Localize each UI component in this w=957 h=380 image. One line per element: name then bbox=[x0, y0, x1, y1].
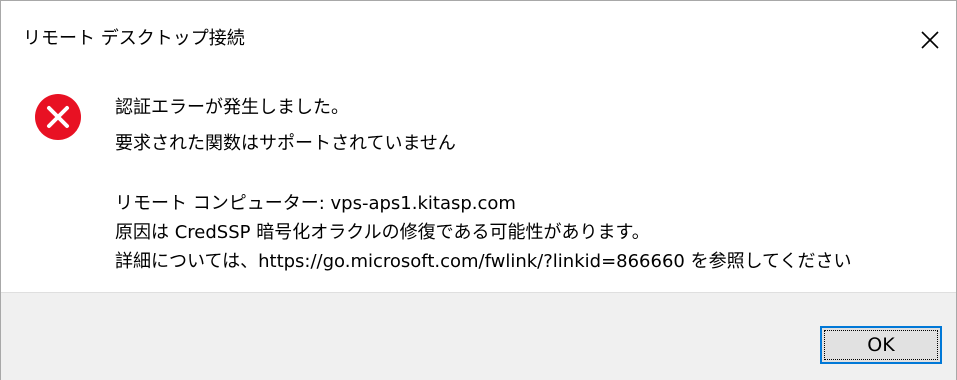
ok-button[interactable]: OK bbox=[820, 326, 942, 364]
error-detail: 要求された関数はサポートされていません bbox=[115, 133, 456, 154]
cause-text: 原因は CredSSP 暗号化オラクルの修復である可能性があります。 bbox=[115, 222, 650, 243]
window-title: リモート デスクトップ接続 bbox=[23, 28, 245, 49]
details-link-text: 詳細については、https://go.microsoft.com/fwlink/… bbox=[115, 251, 852, 272]
remote-computer-text: リモート コンピューター: vps-aps1.kitasp.com bbox=[115, 193, 516, 214]
button-bar: OK bbox=[1, 292, 956, 380]
rdp-error-dialog: リモート デスクトップ接続 認証エラーが発生しました。 要求された関数はサポート… bbox=[0, 0, 957, 380]
ok-button-label: OK bbox=[867, 334, 895, 356]
error-icon bbox=[35, 94, 81, 140]
close-icon bbox=[921, 31, 939, 49]
title-bar[interactable]: リモート デスクトップ接続 bbox=[1, 1, 956, 59]
message-area: 認証エラーが発生しました。 要求された関数はサポートされていません リモート コ… bbox=[1, 59, 956, 291]
close-button[interactable] bbox=[909, 19, 953, 59]
error-heading: 認証エラーが発生しました。 bbox=[115, 97, 349, 118]
